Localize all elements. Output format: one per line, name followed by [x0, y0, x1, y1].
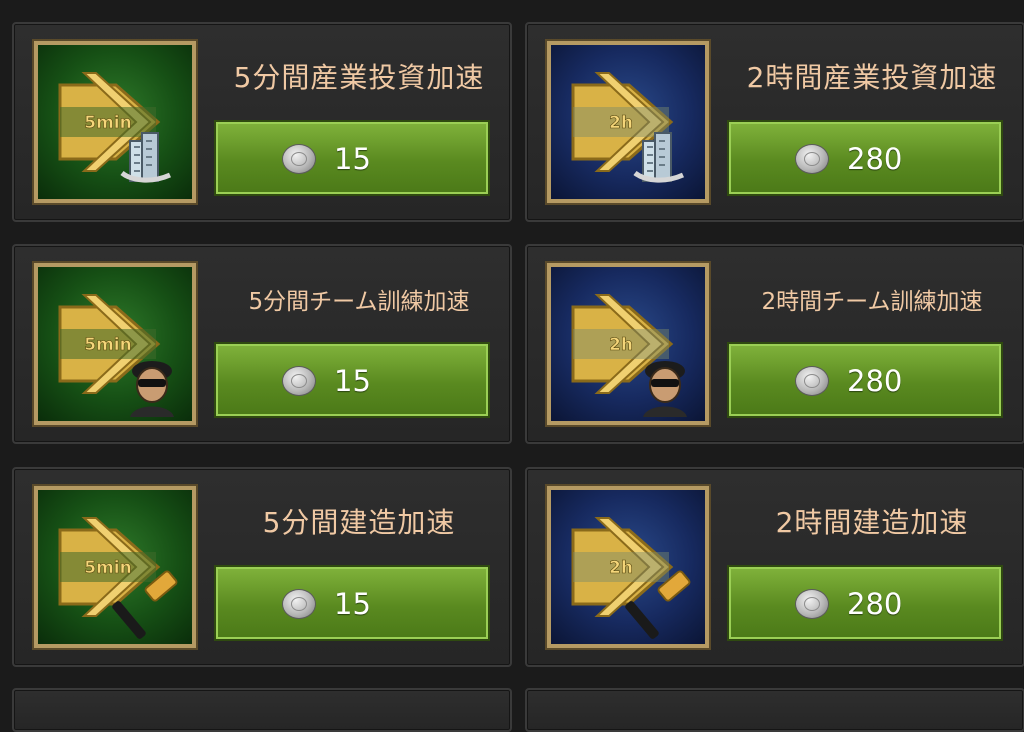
- buy-button[interactable]: 15: [216, 122, 488, 194]
- speedup-item-icon: 2h: [545, 261, 711, 427]
- silver-coin-icon: [795, 366, 829, 396]
- duration-badge: 2h: [609, 558, 633, 578]
- item-title: 2時間産業投資加速: [746, 61, 998, 94]
- item-title: 2時間建造加速: [775, 506, 969, 539]
- duration-badge: 5min: [84, 113, 131, 133]
- speedup-item-icon: 2h: [545, 484, 711, 650]
- price-label: 280: [847, 142, 903, 176]
- item-card-construction-5min: 5min 5分間建造加速 15: [12, 467, 512, 667]
- buy-button[interactable]: 15: [216, 344, 488, 416]
- price-label: 280: [847, 364, 903, 398]
- item-card-construction-2h: 2h 2時間建造加速 280: [525, 467, 1024, 667]
- speed-arrow-icon: 2h: [571, 72, 685, 183]
- item-title: 5分間建造加速: [262, 506, 456, 539]
- silver-coin-icon: [282, 589, 316, 619]
- silver-coin-icon: [282, 366, 316, 396]
- silver-coin-icon: [795, 589, 829, 619]
- duration-badge: 2h: [609, 113, 633, 133]
- item-card-training-2h: 2h 2時間チーム訓練加速 280: [525, 244, 1024, 444]
- buy-button[interactable]: 280: [729, 344, 1001, 416]
- silver-coin-icon: [282, 144, 316, 174]
- price-label: 15: [334, 142, 371, 176]
- building-icon: [120, 132, 172, 183]
- price-label: 15: [334, 587, 371, 621]
- speed-arrow-icon: 5min: [58, 294, 174, 417]
- price-label: 280: [847, 587, 903, 621]
- buy-button[interactable]: 280: [729, 122, 1001, 194]
- speedup-item-icon: 2h: [545, 39, 711, 205]
- speed-arrow-icon: 2h: [571, 294, 687, 417]
- speedup-item-grid: 5min 5分間産業投資加速 15 2h 2時間産業投資加速 280 5min …: [0, 0, 1024, 732]
- silver-coin-icon: [795, 144, 829, 174]
- buy-button[interactable]: 15: [216, 567, 488, 639]
- building-icon: [633, 132, 685, 183]
- duration-badge: 2h: [609, 335, 633, 355]
- speedup-item-icon: 5min: [32, 39, 198, 205]
- soldier-icon: [130, 361, 174, 417]
- price-label: 15: [334, 364, 371, 398]
- duration-badge: 5min: [84, 558, 131, 578]
- item-title: 5分間チーム訓練加速: [248, 289, 470, 315]
- speed-arrow-icon: 5min: [58, 72, 172, 183]
- buy-button[interactable]: 280: [729, 567, 1001, 639]
- item-card-partial: [12, 688, 512, 732]
- item-title: 5分間産業投資加速: [233, 61, 485, 94]
- item-card-partial: [525, 688, 1024, 732]
- duration-badge: 5min: [84, 335, 131, 355]
- speedup-item-icon: 5min: [32, 484, 198, 650]
- soldier-icon: [643, 361, 687, 417]
- speed-arrow-icon: 2h: [571, 517, 691, 639]
- speedup-item-icon: 5min: [32, 261, 198, 427]
- item-card-industry-2h: 2h 2時間産業投資加速 280: [525, 22, 1024, 222]
- item-card-industry-5min: 5min 5分間産業投資加速 15: [12, 22, 512, 222]
- item-title: 2時間チーム訓練加速: [761, 289, 983, 315]
- speed-arrow-icon: 5min: [58, 517, 178, 639]
- item-card-training-5min: 5min 5分間チーム訓練加速 15: [12, 244, 512, 444]
